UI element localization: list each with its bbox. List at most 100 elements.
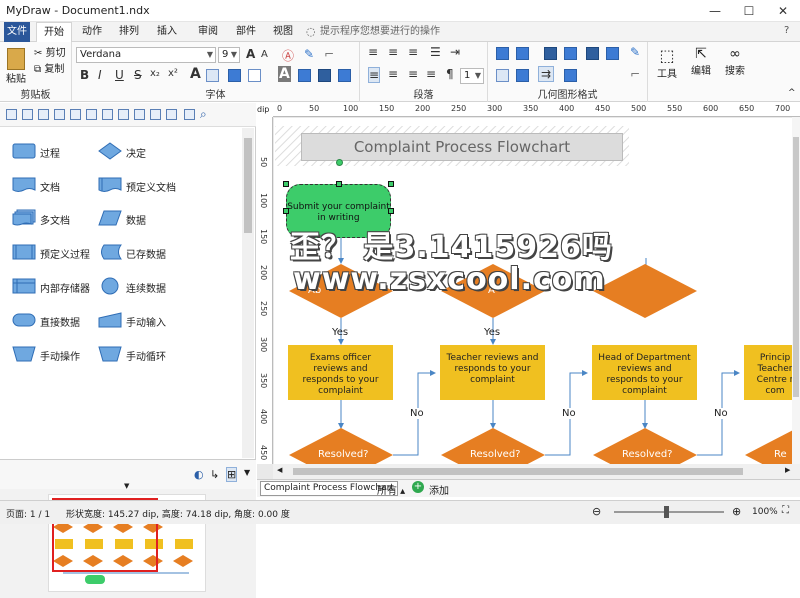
help-icon[interactable]: ? bbox=[784, 25, 789, 36]
shape-decision[interactable]: 决定 bbox=[98, 142, 208, 162]
tree-view-icon[interactable]: ⊞ bbox=[226, 467, 238, 482]
paste-button[interactable]: 粘贴 bbox=[6, 48, 26, 85]
maximize-button[interactable]: ☐ bbox=[732, 0, 766, 22]
text-box-icon[interactable] bbox=[318, 69, 331, 82]
sort-az-icon[interactable] bbox=[134, 109, 145, 120]
grow-font-button[interactable]: A bbox=[246, 47, 255, 61]
shape-predefined-process[interactable]: 预定义过程 bbox=[12, 243, 112, 263]
process-box-3[interactable]: Head of Department reviews and responds … bbox=[592, 345, 697, 400]
font-color-button[interactable]: A bbox=[190, 66, 201, 82]
underline-button[interactable]: U bbox=[115, 68, 124, 82]
cut-button[interactable]: ✂ 剪切 bbox=[34, 44, 66, 59]
shape-internal-storage[interactable]: 内部存储器 bbox=[12, 277, 112, 297]
edit-button[interactable]: ⇱ 编辑 bbox=[686, 46, 716, 77]
add-page-icon[interactable]: + bbox=[412, 481, 424, 493]
shadow-settings-icon[interactable] bbox=[606, 47, 619, 60]
zoom-in-icon[interactable]: ⊕ bbox=[732, 505, 741, 518]
justify-icon[interactable]: ≡ bbox=[426, 67, 436, 81]
sort-za-icon[interactable] bbox=[150, 109, 161, 120]
clear-format-icon[interactable]: Ⓐ bbox=[282, 47, 294, 64]
superscript-button[interactable]: x² bbox=[168, 68, 178, 79]
open-icon[interactable] bbox=[22, 109, 33, 120]
export-icon[interactable] bbox=[38, 109, 49, 120]
copy-button[interactable]: ⧉ 复制 bbox=[34, 60, 64, 75]
shape-eyedropper-icon[interactable]: ✎ bbox=[630, 45, 640, 59]
connector-tool-icon[interactable]: ↳ bbox=[210, 468, 219, 481]
shapes-scrollbar[interactable] bbox=[242, 128, 254, 458]
shape-fill-icon[interactable] bbox=[496, 47, 509, 60]
align-center-icon[interactable]: ≡ bbox=[388, 67, 398, 81]
scroll-left-icon[interactable]: ◀ bbox=[277, 466, 282, 474]
paragraph-mark-icon[interactable]: ¶ bbox=[446, 67, 454, 81]
arrow-settings-icon[interactable] bbox=[564, 69, 577, 82]
settings-icon[interactable] bbox=[228, 69, 241, 82]
arrow-style-icon[interactable]: ⇉ bbox=[538, 66, 555, 82]
fill-icon[interactable] bbox=[206, 69, 219, 82]
align-middle-icon[interactable]: ≡ bbox=[388, 45, 398, 59]
minimize-button[interactable]: — bbox=[698, 0, 732, 22]
text-settings-icon[interactable] bbox=[298, 69, 311, 82]
shrink-font-button[interactable]: A bbox=[261, 49, 268, 60]
italic-button[interactable]: I bbox=[98, 68, 102, 82]
subscript-button[interactable]: x₂ bbox=[150, 68, 160, 79]
align-top-icon[interactable]: ≡ bbox=[368, 45, 378, 59]
font-family-select[interactable]: Verdana ▼ bbox=[76, 47, 216, 63]
resize-handle-ne[interactable] bbox=[388, 181, 394, 187]
indent-icon[interactable]: ⇥ bbox=[450, 45, 460, 59]
process-box-2[interactable]: Teacher reviews and responds to your com… bbox=[440, 345, 545, 400]
fit-page-icon[interactable]: ⛶ bbox=[782, 505, 789, 516]
all-pages-button[interactable]: 所有 ▴ bbox=[377, 482, 405, 497]
search-icon[interactable]: ⌕ bbox=[200, 107, 207, 122]
list-view-icon[interactable] bbox=[86, 109, 97, 120]
shapes-scroll-thumb[interactable] bbox=[244, 138, 252, 233]
tab-action[interactable]: 动作 bbox=[78, 22, 106, 42]
tools-button[interactable]: ⬚ 工具 bbox=[652, 46, 682, 80]
layers-icon[interactable]: ◐ bbox=[194, 468, 204, 481]
canvas-vertical-scrollbar[interactable] bbox=[792, 117, 800, 464]
tab-insert[interactable]: 插入 bbox=[152, 22, 182, 42]
connector-icon[interactable] bbox=[496, 69, 509, 82]
rotation-handle[interactable] bbox=[336, 159, 343, 166]
zoom-slider-thumb[interactable] bbox=[664, 506, 669, 518]
connector-settings-icon[interactable] bbox=[516, 69, 529, 82]
shape-direct-data[interactable]: 直接数据 bbox=[12, 311, 112, 331]
geometry-brush-icon[interactable]: ⌐ bbox=[630, 67, 640, 81]
shape-manual-operation[interactable]: 手动操作 bbox=[12, 345, 112, 365]
bold-button[interactable]: B bbox=[80, 68, 89, 82]
shadow-icon[interactable] bbox=[586, 47, 599, 60]
line-settings-icon[interactable] bbox=[564, 47, 577, 60]
highlight-icon[interactable] bbox=[248, 69, 261, 82]
format-brush-icon[interactable]: ⌐ bbox=[324, 47, 334, 61]
zoom-out-icon[interactable]: ⊖ bbox=[592, 505, 601, 518]
text-shadow-button[interactable]: A bbox=[278, 66, 291, 82]
process-box-1[interactable]: Exams officer reviews and responds to yo… bbox=[288, 345, 393, 400]
canvas-horizontal-scrollbar[interactable]: ◀ ▶ bbox=[273, 464, 800, 479]
shape-predefined-document[interactable]: 预定义文档 bbox=[98, 176, 218, 196]
tab-arrange[interactable]: 排列 bbox=[114, 22, 144, 42]
shape-sequential-data[interactable]: 连续数据 bbox=[98, 277, 208, 297]
zoom-slider[interactable] bbox=[614, 511, 724, 513]
eyedropper-icon[interactable]: ✎ bbox=[304, 47, 314, 61]
text-effects-icon[interactable] bbox=[338, 69, 351, 82]
resize-handle-e[interactable] bbox=[388, 208, 394, 214]
shape-data[interactable]: 数据 bbox=[98, 209, 208, 229]
diagram-title-box[interactable]: Complaint Process Flowchart bbox=[301, 133, 623, 161]
resize-handle-w[interactable] bbox=[283, 208, 289, 214]
canvas-vscroll-thumb[interactable] bbox=[793, 137, 799, 397]
collapse-ribbon-icon[interactable]: ^ bbox=[788, 88, 796, 98]
tab-review[interactable]: 审阅 bbox=[193, 22, 223, 42]
grid-view-icon[interactable] bbox=[70, 109, 81, 120]
line-style-icon[interactable] bbox=[544, 47, 557, 60]
library-icon[interactable] bbox=[184, 109, 195, 120]
line-spacing-select[interactable]: 1 ▼ bbox=[460, 68, 484, 84]
align-left-icon[interactable]: ≡ bbox=[368, 67, 381, 83]
save-icon[interactable] bbox=[6, 109, 17, 120]
tab-file[interactable]: 文件 bbox=[4, 22, 30, 42]
resize-handle-nw[interactable] bbox=[283, 181, 289, 187]
shape-stored-data[interactable]: 已存数据 bbox=[98, 243, 208, 263]
tab-home[interactable]: 开始 bbox=[36, 22, 72, 43]
align-bottom-icon[interactable]: ≡ bbox=[408, 45, 418, 59]
tab-parts[interactable]: 部件 bbox=[231, 22, 261, 42]
resize-handle-n[interactable] bbox=[336, 181, 342, 187]
canvas-hscroll-thumb[interactable] bbox=[293, 468, 743, 475]
